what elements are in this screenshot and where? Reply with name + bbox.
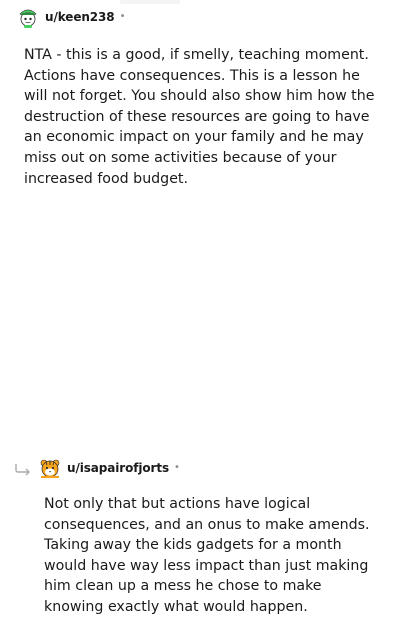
comment-header: u/keen238 • [16,3,125,31]
username[interactable]: u/keen238 [45,10,115,24]
snoo-avatar-icon [19,9,37,28]
username[interactable]: u/isapairofjorts [67,461,169,475]
tiger-avatar-icon [40,459,60,478]
avatar[interactable] [38,456,62,480]
avatar[interactable] [16,5,40,29]
comment-header: u/isapairofjorts • [14,454,180,482]
comment-body: NTA - this is a good, if smelly, teachin… [24,47,375,187]
comment-body: Not only that but actions have logical c… [44,496,370,615]
scroll-fade [120,0,180,4]
separator-dot: • [119,11,126,22]
separator-dot: • [174,462,180,473]
reply-arrow-icon [14,461,32,476]
